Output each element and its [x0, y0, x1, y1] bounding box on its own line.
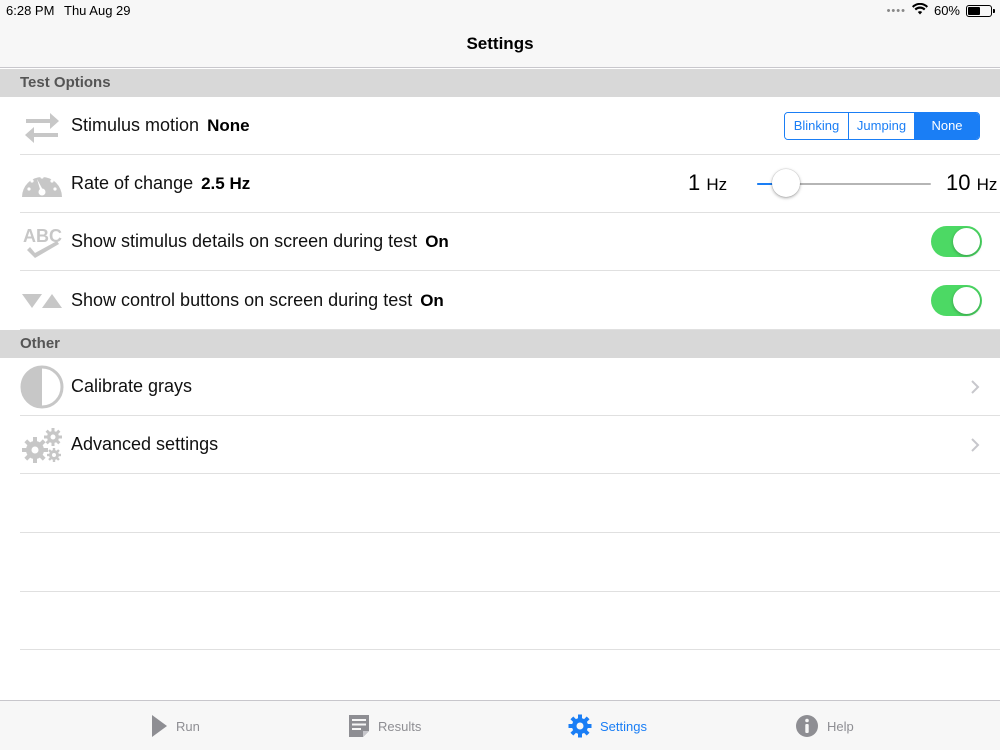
- show-controls-toggle[interactable]: [931, 285, 982, 316]
- swap-arrows-icon: [20, 104, 64, 148]
- show-controls-label: Show control buttons on screen during te…: [71, 290, 413, 310]
- rate-of-change-label: Rate of change: [71, 173, 194, 193]
- battery-percent: 60%: [933, 3, 960, 18]
- half-circle-icon: [20, 365, 64, 409]
- battery-icon: [966, 4, 995, 17]
- tab-help[interactable]: Help: [795, 701, 854, 750]
- slider-min-value: 1: [688, 170, 701, 195]
- show-controls-value: On: [420, 290, 444, 310]
- tab-results[interactable]: Results: [348, 701, 421, 750]
- tab-settings-label: Settings: [600, 718, 647, 734]
- tab-help-label: Help: [827, 718, 854, 734]
- show-details-toggle[interactable]: [931, 226, 982, 257]
- tab-run[interactable]: Run: [150, 701, 200, 750]
- empty-row: [20, 534, 1000, 592]
- status-right: •••• 60%: [886, 2, 995, 18]
- abc-check-icon: ABC: [20, 220, 64, 264]
- document-icon: [349, 715, 369, 737]
- navigation-bar: Settings: [0, 22, 1000, 68]
- page-title: Settings: [466, 34, 534, 53]
- section-header-test-options: Test Options: [0, 69, 1000, 97]
- wifi-icon: [911, 2, 928, 18]
- tab-settings[interactable]: Settings: [568, 701, 647, 750]
- segment-jumping[interactable]: Jumping: [849, 113, 915, 139]
- tab-bar: Run Results Settings Help: [0, 700, 1000, 750]
- slider-min-label: 1 Hz: [688, 170, 727, 196]
- show-details-row: ABC Show stimulus details on screen duri…: [20, 213, 1000, 271]
- tab-run-label: Run: [176, 718, 200, 734]
- gears-icon: [20, 423, 64, 467]
- status-time: 6:28 PM: [6, 3, 55, 18]
- advanced-settings-label: Advanced settings: [71, 434, 219, 454]
- slider-max-label: 10 Hz: [946, 170, 997, 196]
- rate-of-change-value: 2.5 Hz: [201, 173, 251, 193]
- toggle-knob: [953, 287, 980, 314]
- segment-blinking[interactable]: Blinking: [785, 113, 849, 139]
- stimulus-motion-row: Stimulus motion None Blinking Jumping No…: [20, 97, 1000, 155]
- signal-dots-icon: ••••: [886, 4, 906, 17]
- section-header-other: Other: [0, 330, 1000, 358]
- show-details-value: On: [425, 231, 449, 251]
- empty-row: [20, 592, 1000, 650]
- stimulus-motion-label: Stimulus motion: [71, 115, 200, 135]
- advanced-settings-row[interactable]: Advanced settings: [20, 416, 1000, 474]
- slider-max-value: 10: [946, 170, 971, 195]
- info-icon: [796, 715, 818, 737]
- calibrate-grays-row[interactable]: Calibrate grays: [20, 358, 1000, 416]
- stimulus-motion-value: None: [207, 115, 250, 135]
- stimulus-motion-segmented-control[interactable]: Blinking Jumping None: [784, 112, 980, 140]
- empty-row: [20, 475, 1000, 533]
- gear-icon: [568, 714, 592, 738]
- slider-min-unit: Hz: [706, 175, 728, 194]
- rate-slider-area: 1 Hz 10 Hz: [668, 155, 1000, 213]
- slider-max-unit: Hz: [976, 175, 998, 194]
- show-details-label: Show stimulus details on screen during t…: [71, 231, 418, 251]
- rate-of-change-row: Rate of change 2.5 Hz 1 Hz 10 Hz: [20, 155, 1000, 213]
- triangles-icon: [20, 279, 64, 323]
- show-controls-row: Show control buttons on screen during te…: [20, 272, 1000, 330]
- chevron-right-icon: [971, 438, 980, 452]
- chevron-right-icon: [971, 380, 980, 394]
- tab-results-label: Results: [378, 718, 422, 734]
- toggle-knob: [953, 228, 980, 255]
- speedometer-icon: [20, 162, 64, 206]
- play-icon: [152, 715, 167, 737]
- segment-none[interactable]: None: [915, 113, 979, 139]
- status-date: Thu Aug 29: [64, 3, 131, 18]
- slider-thumb[interactable]: [772, 169, 800, 197]
- status-bar: 6:28 PM Thu Aug 29 •••• 60%: [0, 0, 1000, 22]
- calibrate-grays-label: Calibrate grays: [71, 376, 193, 396]
